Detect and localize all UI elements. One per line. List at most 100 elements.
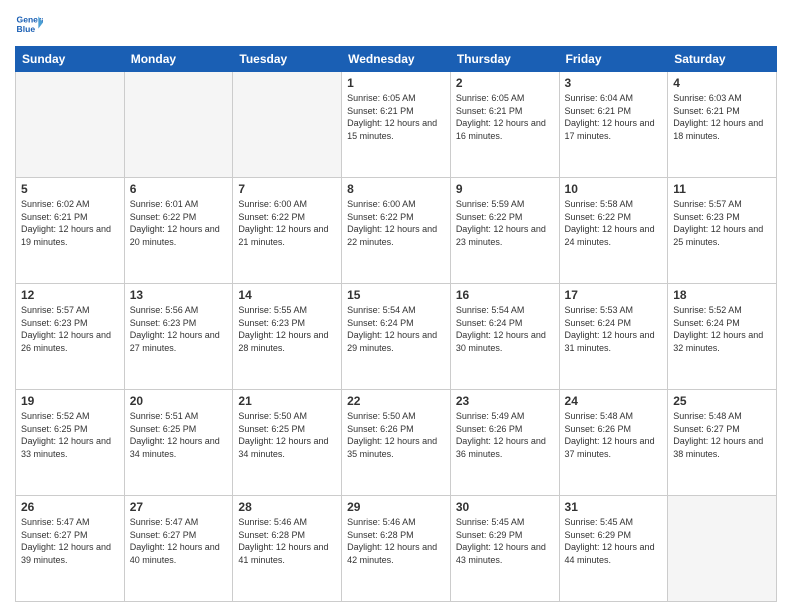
day-number: 11: [673, 182, 771, 196]
day-number: 9: [456, 182, 554, 196]
calendar-cell: 21 Sunrise: 5:50 AM Sunset: 6:25 PM Dayli…: [233, 390, 342, 496]
logo-icon: General Blue: [15, 10, 43, 38]
day-info: Sunrise: 6:05 AM Sunset: 6:21 PM Dayligh…: [347, 92, 445, 142]
calendar-cell: 19 Sunrise: 5:52 AM Sunset: 6:25 PM Dayli…: [16, 390, 125, 496]
day-number: 21: [238, 394, 336, 408]
day-info: Sunrise: 5:51 AM Sunset: 6:25 PM Dayligh…: [130, 410, 228, 460]
calendar-cell: 11 Sunrise: 5:57 AM Sunset: 6:23 PM Dayli…: [668, 178, 777, 284]
calendar-cell: 17 Sunrise: 5:53 AM Sunset: 6:24 PM Dayli…: [559, 284, 668, 390]
day-info: Sunrise: 5:50 AM Sunset: 6:26 PM Dayligh…: [347, 410, 445, 460]
day-info: Sunrise: 5:57 AM Sunset: 6:23 PM Dayligh…: [21, 304, 119, 354]
calendar-cell: [16, 72, 125, 178]
day-number: 5: [21, 182, 119, 196]
day-info: Sunrise: 5:45 AM Sunset: 6:29 PM Dayligh…: [565, 516, 663, 566]
day-info: Sunrise: 5:47 AM Sunset: 6:27 PM Dayligh…: [130, 516, 228, 566]
day-number: 10: [565, 182, 663, 196]
calendar-cell: 13 Sunrise: 5:56 AM Sunset: 6:23 PM Dayli…: [124, 284, 233, 390]
logo: General Blue: [15, 10, 43, 38]
calendar-week-row: 12 Sunrise: 5:57 AM Sunset: 6:23 PM Dayli…: [16, 284, 777, 390]
day-number: 23: [456, 394, 554, 408]
day-info: Sunrise: 5:54 AM Sunset: 6:24 PM Dayligh…: [347, 304, 445, 354]
calendar-week-row: 26 Sunrise: 5:47 AM Sunset: 6:27 PM Dayli…: [16, 496, 777, 602]
day-number: 19: [21, 394, 119, 408]
day-number: 13: [130, 288, 228, 302]
day-info: Sunrise: 5:56 AM Sunset: 6:23 PM Dayligh…: [130, 304, 228, 354]
day-info: Sunrise: 5:57 AM Sunset: 6:23 PM Dayligh…: [673, 198, 771, 248]
calendar-cell: 31Sunrise: 5:45 AM Sunset: 6:29 PM Dayli…: [559, 496, 668, 602]
calendar-cell: 1 Sunrise: 6:05 AM Sunset: 6:21 PM Daylig…: [342, 72, 451, 178]
day-number: 22: [347, 394, 445, 408]
day-number: 1: [347, 76, 445, 90]
day-number: 15: [347, 288, 445, 302]
calendar-cell: 4Sunrise: 6:03 AM Sunset: 6:21 PM Daylig…: [668, 72, 777, 178]
day-number: 25: [673, 394, 771, 408]
day-info: Sunrise: 5:47 AM Sunset: 6:27 PM Dayligh…: [21, 516, 119, 566]
calendar-cell: 24 Sunrise: 5:48 AM Sunset: 6:26 PM Dayli…: [559, 390, 668, 496]
day-info: Sunrise: 5:46 AM Sunset: 6:28 PM Dayligh…: [238, 516, 336, 566]
day-number: 28: [238, 500, 336, 514]
calendar-page: General Blue Sunday Monday Tuesday Wedne…: [0, 0, 792, 612]
calendar-cell: 26 Sunrise: 5:47 AM Sunset: 6:27 PM Dayli…: [16, 496, 125, 602]
day-info: Sunrise: 6:02 AM Sunset: 6:21 PM Dayligh…: [21, 198, 119, 248]
calendar-cell: 28 Sunrise: 5:46 AM Sunset: 6:28 PM Dayli…: [233, 496, 342, 602]
day-info: Sunrise: 5:45 AM Sunset: 6:29 PM Dayligh…: [456, 516, 554, 566]
day-info: Sunrise: 5:53 AM Sunset: 6:24 PM Dayligh…: [565, 304, 663, 354]
calendar-cell: 5 Sunrise: 6:02 AM Sunset: 6:21 PM Daylig…: [16, 178, 125, 284]
header-sunday: Sunday: [16, 47, 125, 72]
day-number: 24: [565, 394, 663, 408]
calendar-week-row: 5 Sunrise: 6:02 AM Sunset: 6:21 PM Daylig…: [16, 178, 777, 284]
day-number: 2: [456, 76, 554, 90]
calendar-cell: 15 Sunrise: 5:54 AM Sunset: 6:24 PM Dayli…: [342, 284, 451, 390]
day-info: Sunrise: 5:52 AM Sunset: 6:24 PM Dayligh…: [673, 304, 771, 354]
calendar-cell: 18 Sunrise: 5:52 AM Sunset: 6:24 PM Dayli…: [668, 284, 777, 390]
day-info: Sunrise: 6:03 AM Sunset: 6:21 PM Dayligh…: [673, 92, 771, 142]
header-friday: Friday: [559, 47, 668, 72]
day-number: 27: [130, 500, 228, 514]
day-info: Sunrise: 5:50 AM Sunset: 6:25 PM Dayligh…: [238, 410, 336, 460]
calendar-cell: [124, 72, 233, 178]
day-number: 12: [21, 288, 119, 302]
svg-text:Blue: Blue: [17, 24, 36, 34]
day-info: Sunrise: 5:55 AM Sunset: 6:23 PM Dayligh…: [238, 304, 336, 354]
calendar-cell: 2 Sunrise: 6:05 AM Sunset: 6:21 PM Daylig…: [450, 72, 559, 178]
calendar-cell: 16Sunrise: 5:54 AM Sunset: 6:24 PM Dayli…: [450, 284, 559, 390]
calendar-cell: 30 Sunrise: 5:45 AM Sunset: 6:29 PM Dayli…: [450, 496, 559, 602]
calendar-cell: [233, 72, 342, 178]
day-number: 26: [21, 500, 119, 514]
header-thursday: Thursday: [450, 47, 559, 72]
day-number: 8: [347, 182, 445, 196]
calendar-cell: 25 Sunrise: 5:48 AM Sunset: 6:27 PM Dayli…: [668, 390, 777, 496]
calendar-cell: 27 Sunrise: 5:47 AM Sunset: 6:27 PM Dayli…: [124, 496, 233, 602]
day-info: Sunrise: 6:01 AM Sunset: 6:22 PM Dayligh…: [130, 198, 228, 248]
calendar-cell: 8 Sunrise: 6:00 AM Sunset: 6:22 PM Daylig…: [342, 178, 451, 284]
header-wednesday: Wednesday: [342, 47, 451, 72]
calendar-cell: 22 Sunrise: 5:50 AM Sunset: 6:26 PM Dayli…: [342, 390, 451, 496]
calendar-week-row: 19 Sunrise: 5:52 AM Sunset: 6:25 PM Dayli…: [16, 390, 777, 496]
calendar-cell: 12 Sunrise: 5:57 AM Sunset: 6:23 PM Dayli…: [16, 284, 125, 390]
day-info: Sunrise: 5:52 AM Sunset: 6:25 PM Dayligh…: [21, 410, 119, 460]
calendar-cell: 7Sunrise: 6:00 AM Sunset: 6:22 PM Daylig…: [233, 178, 342, 284]
day-info: Sunrise: 6:05 AM Sunset: 6:21 PM Dayligh…: [456, 92, 554, 142]
calendar-cell: 20 Sunrise: 5:51 AM Sunset: 6:25 PM Dayli…: [124, 390, 233, 496]
day-info: Sunrise: 5:48 AM Sunset: 6:26 PM Dayligh…: [565, 410, 663, 460]
day-number: 30: [456, 500, 554, 514]
calendar-cell: 9Sunrise: 5:59 AM Sunset: 6:22 PM Daylig…: [450, 178, 559, 284]
weekday-header-row: Sunday Monday Tuesday Wednesday Thursday…: [16, 47, 777, 72]
header: General Blue: [15, 10, 777, 38]
day-number: 29: [347, 500, 445, 514]
day-info: Sunrise: 6:04 AM Sunset: 6:21 PM Dayligh…: [565, 92, 663, 142]
day-info: Sunrise: 5:54 AM Sunset: 6:24 PM Dayligh…: [456, 304, 554, 354]
day-info: Sunrise: 5:48 AM Sunset: 6:27 PM Dayligh…: [673, 410, 771, 460]
calendar-cell: 6Sunrise: 6:01 AM Sunset: 6:22 PM Daylig…: [124, 178, 233, 284]
day-number: 17: [565, 288, 663, 302]
day-info: Sunrise: 6:00 AM Sunset: 6:22 PM Dayligh…: [238, 198, 336, 248]
day-number: 3: [565, 76, 663, 90]
header-monday: Monday: [124, 47, 233, 72]
calendar-week-row: 1 Sunrise: 6:05 AM Sunset: 6:21 PM Daylig…: [16, 72, 777, 178]
day-number: 20: [130, 394, 228, 408]
calendar-cell: 10Sunrise: 5:58 AM Sunset: 6:22 PM Dayli…: [559, 178, 668, 284]
day-number: 18: [673, 288, 771, 302]
day-info: Sunrise: 6:00 AM Sunset: 6:22 PM Dayligh…: [347, 198, 445, 248]
calendar-cell: [668, 496, 777, 602]
header-tuesday: Tuesday: [233, 47, 342, 72]
